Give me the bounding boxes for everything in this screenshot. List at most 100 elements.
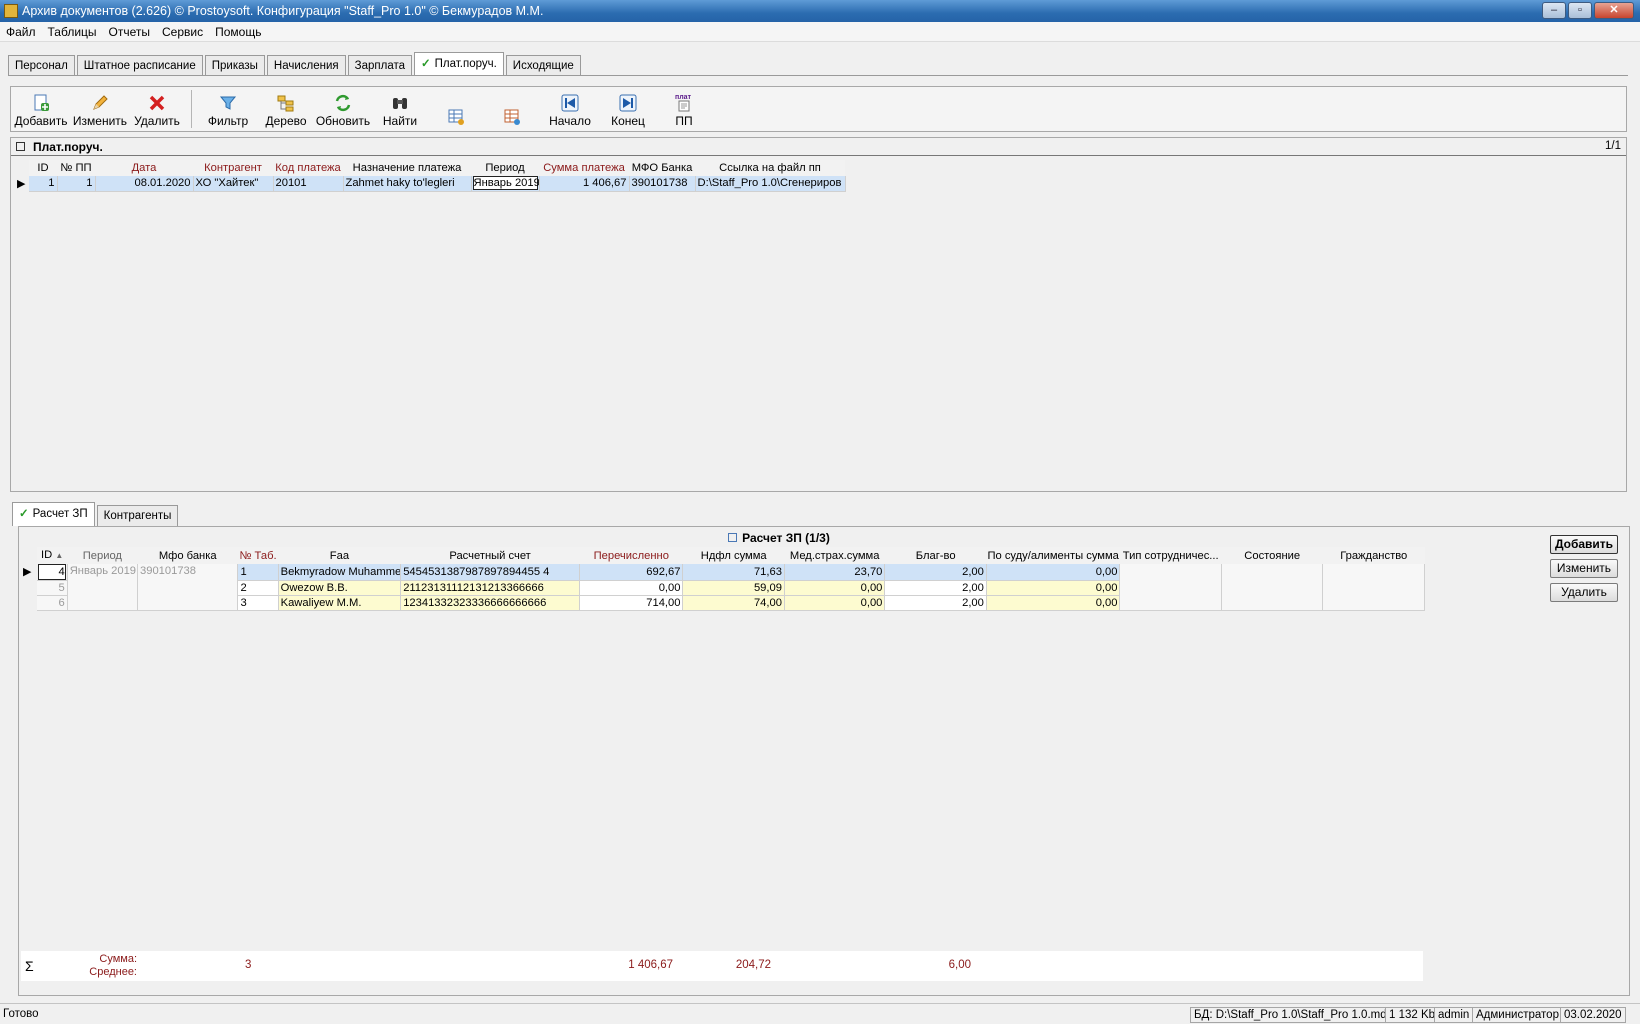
cell-name[interactable]: Owezow B.B. — [278, 580, 402, 596]
col-id[interactable]: ID ▲ — [37, 547, 68, 564]
cell-cooperation-type[interactable] — [1119, 564, 1222, 611]
find-button[interactable]: Найти — [372, 87, 428, 131]
tab-counterparties[interactable]: Контрагенты — [96, 505, 179, 526]
cell-alimony[interactable]: 0,00 — [986, 595, 1121, 611]
menu-help[interactable]: Помощь — [209, 22, 267, 41]
delete-button[interactable]: Удалить — [129, 87, 185, 131]
cell-purpose[interactable]: Zahmet haky to'legleri — [343, 176, 472, 192]
cell-med-insurance[interactable]: 0,00 — [784, 595, 886, 611]
cell-payment-code[interactable]: 20101 — [273, 176, 344, 192]
col-file-link[interactable]: Ссылка на файл пп — [695, 160, 845, 176]
col-period[interactable]: Период — [471, 160, 539, 176]
calc-add-button[interactable]: Добавить — [1550, 535, 1618, 554]
calc-delete-button[interactable]: Удалить — [1550, 583, 1618, 602]
cell-tab-no[interactable]: 1 — [237, 564, 279, 581]
cell-charity[interactable]: 2,00 — [884, 595, 987, 611]
calc-edit-button[interactable]: Изменить — [1550, 559, 1618, 578]
grid-settings-button[interactable] — [428, 87, 484, 131]
cell-mfo[interactable]: 390101738 — [629, 176, 696, 192]
tab-payment-orders[interactable]: ✓ Плат.поруч. — [414, 52, 504, 76]
grid-export-button[interactable] — [484, 87, 540, 131]
minimize-button[interactable]: – — [1542, 2, 1566, 19]
col-account[interactable]: Расчетный счет — [400, 547, 580, 564]
col-cooperation-type[interactable]: Тип сотрудничес... — [1119, 547, 1222, 564]
add-button[interactable]: Добавить — [11, 87, 71, 131]
cell-id[interactable]: 6 — [37, 595, 68, 611]
col-payment-code[interactable]: Код платежа — [273, 160, 343, 176]
tab-orders[interactable]: Приказы — [204, 55, 265, 76]
cell-ndfl[interactable]: 71,63 — [682, 564, 785, 581]
tree-button[interactable]: Дерево — [258, 87, 314, 131]
col-charity[interactable]: Благ-во — [884, 547, 987, 564]
cell-citizenship[interactable] — [1322, 564, 1425, 611]
col-bank-mfo[interactable]: Мфо банка — [137, 547, 238, 564]
pp-button[interactable]: плат ПП — [656, 87, 712, 131]
col-pp-no[interactable]: № ПП — [57, 160, 95, 176]
cell-bank-mfo[interactable]: 390101738 — [137, 564, 239, 611]
col-amount[interactable]: Сумма платежа — [539, 160, 629, 176]
cell-name[interactable]: Bekmyradow Muhammed — [278, 564, 402, 581]
cell-alimony[interactable]: 0,00 — [986, 580, 1121, 596]
close-button[interactable]: ✕ — [1594, 2, 1634, 19]
col-period[interactable]: Период — [67, 547, 138, 564]
table-row[interactable]: ▶ 4 Январь 2019 390101738 1 Bekmyradow M… — [21, 564, 1425, 611]
cell-transferred[interactable]: 692,67 — [579, 564, 684, 581]
cell-alimony[interactable]: 0,00 — [986, 564, 1121, 581]
cell-account[interactable]: 21123131112131213366666 — [400, 580, 581, 596]
col-alimony[interactable]: По суду/алименты сумма — [986, 547, 1120, 564]
filter-button[interactable]: Фильтр — [198, 87, 258, 131]
cell-id[interactable]: 4 — [38, 564, 66, 580]
cell-date[interactable]: 08.01.2020 — [95, 176, 194, 192]
col-tab-no[interactable]: № Таб. — [237, 547, 279, 564]
col-citizenship[interactable]: Гражданство — [1322, 547, 1425, 564]
col-counterparty[interactable]: Контрагент — [193, 160, 273, 176]
edit-button[interactable]: Изменить — [71, 87, 129, 131]
cell-charity[interactable]: 2,00 — [884, 564, 987, 581]
cell-state[interactable] — [1221, 564, 1324, 611]
cell-file-link[interactable]: D:\Staff_Pro 1.0\Сгенериров — [695, 176, 846, 192]
tab-personnel[interactable]: Персонал — [8, 55, 75, 76]
cell-counterparty[interactable]: ХО "Хайтек" — [193, 176, 274, 192]
cell-med-insurance[interactable]: 23,70 — [784, 564, 886, 581]
cell-transferred[interactable]: 0,00 — [579, 580, 684, 596]
first-button[interactable]: Начало — [540, 87, 600, 131]
col-date[interactable]: Дата — [95, 160, 193, 176]
col-transferred[interactable]: Перечисленно — [579, 547, 683, 564]
cell-charity[interactable]: 2,00 — [884, 580, 987, 596]
cell-ndfl[interactable]: 59,09 — [682, 580, 785, 596]
last-button[interactable]: Конец — [600, 87, 656, 131]
cell-tab-no[interactable]: 2 — [237, 580, 279, 596]
tab-accruals[interactable]: Начисления — [266, 55, 346, 76]
cell-id[interactable]: 5 — [37, 580, 68, 596]
cell-account[interactable]: 12341332323336666666666 — [400, 595, 581, 611]
menu-service[interactable]: Сервис — [156, 22, 209, 41]
col-name[interactable]: Faa — [278, 547, 401, 564]
menu-file[interactable]: Файл — [0, 22, 42, 41]
tab-salary[interactable]: Зарплата — [347, 55, 413, 76]
menu-tables[interactable]: Таблицы — [42, 22, 103, 41]
cell-ndfl[interactable]: 74,00 — [682, 595, 785, 611]
maximize-button[interactable]: ▫ — [1568, 2, 1592, 19]
col-purpose[interactable]: Назначение платежа — [343, 160, 471, 176]
cell-tab-no[interactable]: 3 — [237, 595, 279, 611]
refresh-button[interactable]: Обновить — [314, 87, 372, 131]
cell-amount[interactable]: 1 406,67 — [539, 176, 630, 192]
cell-period[interactable]: Январь 2019 — [67, 564, 139, 611]
col-mfo[interactable]: МФО Банка — [629, 160, 695, 176]
col-state[interactable]: Состояние — [1221, 547, 1323, 564]
col-med-insurance[interactable]: Мед.страх.сумма — [784, 547, 885, 564]
cell-account[interactable]: 5454531387987897894455 4 — [400, 564, 581, 581]
cell-period[interactable]: Январь 2019 — [472, 176, 538, 190]
tab-staff-schedule[interactable]: Штатное расписание — [76, 55, 203, 76]
menu-reports[interactable]: Отчеты — [103, 22, 156, 41]
cell-med-insurance[interactable]: 0,00 — [784, 580, 886, 596]
tab-outgoing[interactable]: Исходящие — [505, 55, 581, 76]
cell-name[interactable]: Kawaliyew M.M. — [278, 595, 402, 611]
cell-pp-no[interactable]: 1 — [57, 176, 96, 192]
col-ndfl[interactable]: Ндфл сумма — [682, 547, 785, 564]
tab-salary-calc[interactable]: ✓ Расчет ЗП — [12, 502, 95, 526]
cell-id[interactable]: 1 — [29, 176, 58, 192]
cell-transferred[interactable]: 714,00 — [579, 595, 684, 611]
table-row[interactable]: ▶ 1 1 08.01.2020 ХО "Хайтек" 20101 Zahme… — [15, 176, 846, 192]
col-id[interactable]: ID — [29, 160, 57, 176]
